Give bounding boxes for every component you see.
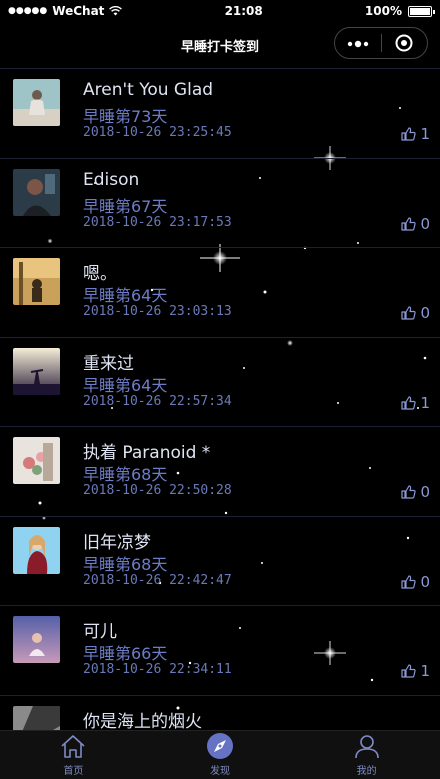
thumbs-up-icon <box>401 664 417 678</box>
avatar <box>13 347 60 395</box>
checkin-time: 2018-10-26 23:25:45 <box>83 125 232 140</box>
list-item[interactable]: 你是海上的烟火 <box>0 694 440 732</box>
like-button[interactable]: 1 <box>401 125 430 143</box>
checkin-time: 2018-10-26 22:50:28 <box>83 483 232 498</box>
list-item[interactable]: 执着 Paranoid * 早睡第68天 2018-10-26 22:50:28… <box>0 426 440 516</box>
list-item[interactable]: 嗯。 早睡第64天 2018-10-26 23:03:13 0 <box>0 247 440 337</box>
avatar <box>13 437 60 484</box>
checkin-time: 2018-10-26 23:17:53 <box>83 214 232 230</box>
tab-bar: 首页 发现 我的 <box>0 730 440 779</box>
list-item[interactable]: Edison 早睡第67天 2018-10-26 23:17:53 0 <box>0 157 440 248</box>
like-button[interactable]: 1 <box>401 394 430 412</box>
target-icon <box>395 34 413 52</box>
song-title: 重来过 <box>83 353 134 374</box>
home-icon <box>61 735 85 758</box>
checkin-day: 早睡第67天 <box>83 196 168 216</box>
like-count: 1 <box>420 125 430 143</box>
checkin-time: 2018-10-26 23:03:13 <box>83 304 232 319</box>
avatar <box>13 79 60 126</box>
checkin-time: 2018-10-26 22:57:34 <box>83 393 232 409</box>
list-item[interactable]: 可儿 早睡第66天 2018-10-26 22:34:11 1 <box>0 605 440 695</box>
more-dots-icon <box>347 40 368 48</box>
list-item[interactable]: 重来过 早睡第64天 2018-10-26 22:57:34 1 <box>0 336 440 427</box>
user-icon <box>354 735 379 759</box>
checkin-day: 早睡第64天 <box>83 375 168 395</box>
thumbs-up-icon <box>401 306 417 320</box>
thumbs-up-icon <box>401 395 417 410</box>
like-button[interactable]: 0 <box>401 483 430 501</box>
thumbs-up-icon <box>401 216 417 231</box>
thumbs-up-icon <box>401 485 417 499</box>
like-count: 0 <box>420 572 430 591</box>
song-title: 旧年凉梦 <box>83 532 151 553</box>
more-menu-button[interactable] <box>335 35 381 51</box>
wifi-icon <box>109 6 123 16</box>
avatar <box>13 526 60 574</box>
status-left: ●●●●● WeChat <box>8 4 123 18</box>
tab-label: 我的 <box>356 766 377 777</box>
list-item[interactable]: Aren't You Glad 早睡第73天 2018-10-26 23:25:… <box>0 68 440 158</box>
list-item[interactable]: 旧年凉梦 早睡第68天 2018-10-26 22:42:47 0 <box>0 515 440 606</box>
compass-icon <box>207 733 233 759</box>
thumbs-up-icon <box>401 127 417 141</box>
miniprogram-capsule <box>334 27 428 59</box>
song-title: Aren't You Glad <box>83 80 214 100</box>
checkin-time: 2018-10-26 22:42:47 <box>83 572 232 588</box>
like-count: 1 <box>420 662 430 680</box>
avatar <box>13 258 60 305</box>
song-title: 嗯。 <box>83 264 117 284</box>
avatar <box>13 616 60 663</box>
avatar <box>13 705 60 731</box>
like-count: 1 <box>420 393 430 412</box>
thumbs-up-icon <box>401 574 417 589</box>
avatar <box>13 168 60 216</box>
song-title: 可儿 <box>83 622 117 642</box>
nav-bar: 早睡打卡签到 <box>0 22 440 68</box>
song-title: 你是海上的烟火 <box>83 711 202 732</box>
song-title: 执着 Paranoid * <box>83 443 211 463</box>
tab-home[interactable]: 首页 <box>0 731 147 779</box>
checkin-day: 早睡第73天 <box>83 107 168 126</box>
battery-icon <box>408 5 435 17</box>
checkin-day: 早睡第66天 <box>83 644 168 663</box>
status-right: 100% <box>364 4 435 18</box>
carrier-label: WeChat <box>52 4 105 18</box>
battery-percent: 100% <box>364 4 402 18</box>
tab-discover[interactable]: 发现 <box>147 731 294 779</box>
like-button[interactable]: 0 <box>401 304 430 322</box>
tab-label: 发现 <box>210 766 230 777</box>
tab-profile[interactable]: 我的 <box>293 731 440 779</box>
checkin-day: 早睡第68天 <box>83 465 168 484</box>
like-button[interactable]: 0 <box>401 573 430 591</box>
checkin-time: 2018-10-26 22:34:11 <box>83 662 232 677</box>
song-title: Edison <box>83 169 140 190</box>
tab-label: 首页 <box>63 766 84 777</box>
like-count: 0 <box>420 214 430 233</box>
like-count: 0 <box>420 304 430 322</box>
checkin-list[interactable]: Aren't You Glad 早睡第73天 2018-10-26 23:25:… <box>0 68 440 731</box>
signal-icon: ●●●●● <box>8 6 48 16</box>
like-button[interactable]: 1 <box>401 662 430 680</box>
checkin-day: 早睡第64天 <box>83 286 168 305</box>
like-count: 0 <box>420 483 430 501</box>
checkin-day: 早睡第68天 <box>83 554 168 574</box>
page-title: 早睡打卡签到 <box>180 39 259 55</box>
close-miniprogram-button[interactable] <box>382 34 428 52</box>
like-button[interactable]: 0 <box>401 215 430 233</box>
clock: 21:08 <box>224 4 263 18</box>
status-bar: ●●●●● WeChat 21:08 100% <box>0 0 440 22</box>
